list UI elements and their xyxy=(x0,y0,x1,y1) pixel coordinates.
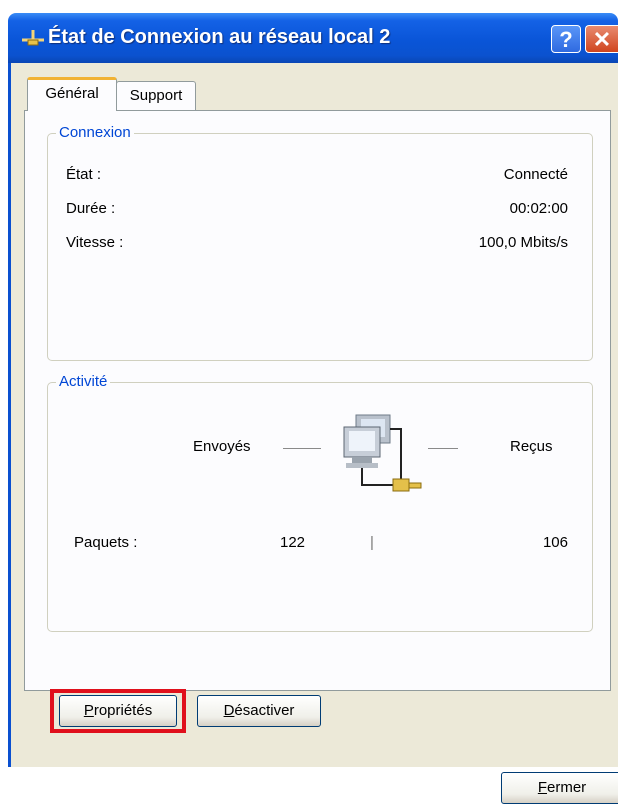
packets-sent-value: 122 xyxy=(280,534,306,551)
close-button-accesskey: F xyxy=(537,779,547,796)
sent-label: Envoyés xyxy=(193,438,251,455)
window-title: État de Connexion au réseau local 2 xyxy=(48,26,391,48)
received-line xyxy=(428,448,458,449)
properties-button-label: ropriétés xyxy=(93,702,153,719)
packets-received-value: 106 xyxy=(542,534,568,551)
received-label: Reçus xyxy=(510,438,553,455)
disable-button-accesskey: D xyxy=(223,702,235,719)
close-button[interactable]: Fermer xyxy=(501,772,618,804)
speed-value: 100,0 Mbits/s xyxy=(478,234,568,251)
duration-value: 00:02:00 xyxy=(509,200,568,217)
disable-button-label: ésactiver xyxy=(234,702,295,719)
status-window: État de Connexion au réseau local 2 ? ✕ … xyxy=(8,13,618,804)
sent-line xyxy=(283,448,321,449)
activity-group: Activité Envoyés Reçus Paquets: 122 | 1… xyxy=(47,373,593,632)
dialog-body: Support Général Connexion État : Connect… xyxy=(8,63,618,804)
state-label: État : xyxy=(66,166,102,183)
connexion-group: Connexion État : Connecté Durée : 00:02:… xyxy=(47,124,593,361)
properties-button[interactable]: Propriétés xyxy=(59,695,177,727)
packets-label: Paquets : xyxy=(74,534,138,551)
tab-support[interactable]: Support xyxy=(116,81,196,111)
duration-label: Durée : xyxy=(66,200,116,217)
close-button-label: ermer xyxy=(547,779,587,796)
help-button[interactable]: ? xyxy=(551,25,581,53)
tab-general[interactable]: Général xyxy=(27,77,117,111)
speed-label: Vitesse : xyxy=(66,234,124,251)
connexion-group-label: Connexion xyxy=(56,124,134,142)
disable-button[interactable]: Désactiver xyxy=(197,695,321,727)
packets-separator: | xyxy=(370,534,374,551)
state-value: Connecté xyxy=(503,166,568,183)
network-activity-icon xyxy=(343,414,422,492)
network-connection-icon xyxy=(22,30,44,46)
activity-group-label: Activité xyxy=(56,373,111,391)
close-window-button[interactable]: ✕ xyxy=(585,25,618,53)
title-bar[interactable]: État de Connexion au réseau local 2 ? ✕ xyxy=(8,13,618,63)
tab-panel-general: Connexion État : Connecté Durée : 00:02:… xyxy=(24,110,611,691)
properties-button-accesskey: P xyxy=(83,702,94,719)
